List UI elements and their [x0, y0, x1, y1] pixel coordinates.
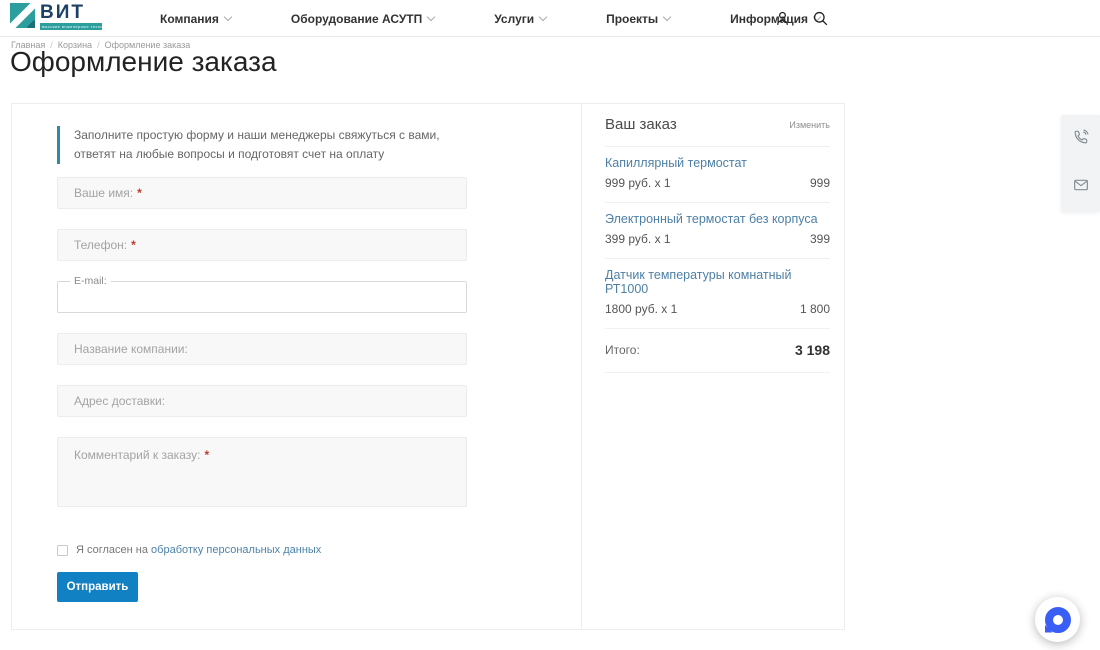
product-link[interactable]: Электронный термостат без корпуса	[605, 212, 830, 226]
company-logo[interactable]: ВИТ высокие инженерные технологии	[10, 3, 102, 30]
order-summary-header: Ваш заказ Изменить	[605, 104, 830, 147]
field-label: Адрес доставки:	[74, 394, 165, 408]
chat-bubble-icon	[1045, 607, 1071, 633]
address-field[interactable]: Адрес доставки:	[57, 385, 467, 417]
product-link[interactable]: Датчик температуры комнатный РТ1000	[605, 268, 830, 296]
required-asterisk: *	[137, 186, 142, 200]
field-label: E-mail:	[70, 275, 111, 287]
consent-link[interactable]: обработку персональных данных	[151, 544, 321, 556]
email-field[interactable]: E-mail:	[57, 281, 467, 313]
top-navigation-bar: ВИТ высокие инженерные технологии Компан…	[0, 0, 1100, 37]
brand-tagline: высокие инженерные технологии	[40, 23, 102, 30]
field-label: Название компании:	[74, 342, 188, 356]
phone-icon[interactable]	[1073, 129, 1089, 145]
nav-item-projects[interactable]: Проекты	[606, 12, 670, 26]
name-field[interactable]: Ваше имя: *	[57, 177, 467, 209]
total-label: Итого:	[605, 343, 640, 357]
order-form: Заполните простую форму и наши менеджеры…	[12, 104, 581, 629]
required-asterisk: *	[131, 238, 136, 252]
user-icon[interactable]	[768, 4, 796, 32]
nav-item-company[interactable]: Компания	[160, 12, 231, 26]
chat-widget-button[interactable]	[1035, 597, 1080, 642]
company-field[interactable]: Название компании:	[57, 333, 467, 365]
item-price: 1 800	[800, 302, 830, 316]
mail-icon[interactable]	[1073, 177, 1089, 193]
item-qty: 999 руб. x 1	[605, 176, 671, 190]
field-label: Ваше имя:	[74, 186, 133, 200]
brand-name: ВИТ	[40, 3, 102, 23]
field-label: Телефон:	[74, 238, 127, 252]
item-qty: 1800 руб. x 1	[605, 302, 677, 316]
consent-label: Я согласен на обработку персональных дан…	[76, 544, 321, 556]
order-total-row: Итого: 3 198	[605, 329, 830, 373]
intro-note: Заполните простую форму и наши менеджеры…	[57, 126, 469, 164]
chevron-down-icon	[663, 12, 671, 20]
consent-checkbox[interactable]	[57, 545, 68, 556]
logo-icon	[10, 3, 35, 28]
total-value: 3 198	[795, 342, 830, 358]
nav-item-label: Услуги	[494, 12, 534, 26]
intro-text: Заполните простую форму и наши менеджеры…	[74, 126, 469, 164]
comment-field[interactable]: Комментарий к заказу: *	[57, 437, 467, 507]
nav-item-label: Проекты	[606, 12, 658, 26]
consent-text-static: Я согласен на	[76, 544, 151, 556]
item-price: 999	[810, 176, 830, 190]
field-label: Комментарий к заказу:	[74, 448, 200, 462]
nav-item-label: Компания	[160, 12, 219, 26]
consent-row: Я согласен на обработку персональных дан…	[57, 544, 321, 556]
order-item: Датчик температуры комнатный РТ1000 1800…	[605, 259, 830, 329]
nav-item-label: Оборудование АСУТП	[291, 12, 422, 26]
item-price: 399	[810, 232, 830, 246]
chevron-down-icon	[427, 12, 435, 20]
required-asterisk: *	[204, 448, 209, 462]
main-menu: Компания Оборудование АСУТП Услуги Проек…	[160, 0, 820, 37]
item-qty: 399 руб. x 1	[605, 232, 671, 246]
page-title: Оформление заказа	[10, 46, 277, 78]
order-summary: Ваш заказ Изменить Капиллярный термостат…	[581, 104, 844, 629]
submit-button[interactable]: Отправить	[57, 572, 138, 602]
chevron-down-icon	[539, 12, 547, 20]
accent-bar	[57, 126, 60, 164]
nav-item-equipment[interactable]: Оборудование АСУТП	[291, 12, 434, 26]
contact-sidebar	[1062, 115, 1100, 212]
checkout-panel: Заполните простую форму и наши менеджеры…	[11, 103, 845, 630]
order-item: Капиллярный термостат 999 руб. x 1 999	[605, 147, 830, 203]
product-link[interactable]: Капиллярный термостат	[605, 156, 830, 170]
order-item: Электронный термостат без корпуса 399 ру…	[605, 203, 830, 259]
phone-field[interactable]: Телефон: *	[57, 229, 467, 261]
chevron-down-icon	[224, 12, 232, 20]
nav-item-services[interactable]: Услуги	[494, 12, 546, 26]
edit-order-link[interactable]: Изменить	[789, 120, 830, 130]
order-summary-title: Ваш заказ	[605, 116, 677, 133]
search-icon[interactable]	[806, 4, 834, 32]
